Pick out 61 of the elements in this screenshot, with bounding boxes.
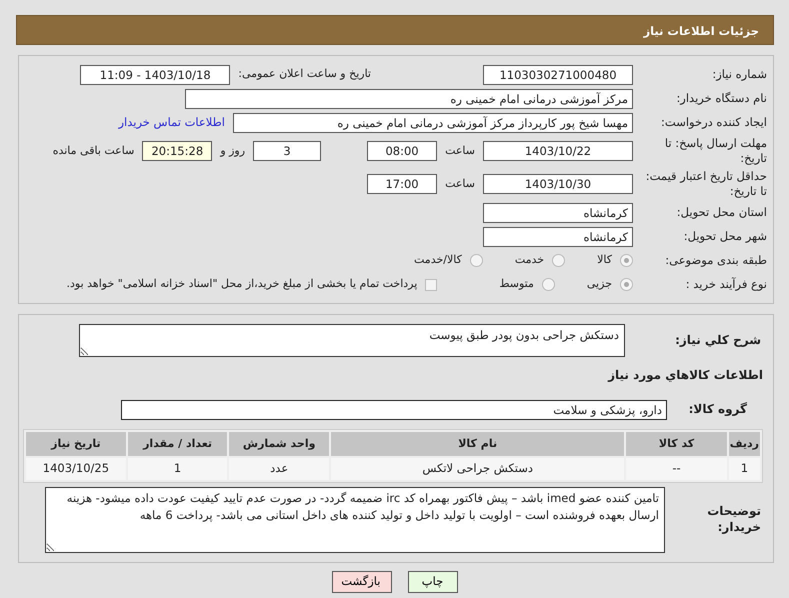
- table-cell: 1: [128, 458, 228, 480]
- field-label: شرح کلي نیاز:: [674, 332, 762, 348]
- input-field[interactable]: مرکز آموزشی درمانی امام خمینی ره: [185, 88, 633, 108]
- field-label: حداقل تاریخ اعتبار قیمت: تا تاریخ:: [644, 169, 768, 199]
- input-field[interactable]: 3: [253, 141, 322, 161]
- input-field[interactable]: 1403/10/30: [483, 174, 633, 194]
- table-cell: عدد: [229, 458, 329, 480]
- table-cell: --: [626, 458, 727, 480]
- checkbox[interactable]: [425, 278, 438, 290]
- field-label: استان محل تحویل:: [676, 205, 768, 220]
- input-field[interactable]: 1403/10/18 - 11:09: [80, 64, 230, 84]
- section-heading: اطلاعات کالاهاي مورد نیاز: [608, 366, 763, 384]
- field-label: مهلت ارسال پاسخ: تا تاریخ:: [664, 136, 768, 166]
- radio-button[interactable]: [542, 278, 555, 291]
- option-label: خدمت: [514, 252, 544, 268]
- column-header: تعداد / مقدار: [128, 432, 228, 456]
- option-label: جزیی: [586, 276, 612, 292]
- input-field[interactable]: 1103030271000480: [483, 64, 633, 84]
- field-label: شماره نیاز:: [711, 67, 768, 82]
- column-header: کد کالا: [626, 432, 727, 456]
- input-field[interactable]: دارو، پزشکی و سلامت: [121, 400, 667, 420]
- field-label: ساعت: [445, 142, 475, 159]
- field-label: نام دستگاه خریدار:: [675, 91, 768, 106]
- field-label: گروه کالا:: [688, 402, 748, 418]
- column-header: تاریخ نیاز: [26, 432, 126, 456]
- text-area[interactable]: دستکش جراحی بدون پودر طبق پیوست: [79, 324, 625, 357]
- timer-field[interactable]: 20:15:28: [142, 141, 212, 161]
- option-label: کالا/خدمت: [414, 252, 462, 268]
- input-field[interactable]: 17:00: [367, 174, 438, 194]
- input-field[interactable]: 1403/10/22: [483, 141, 633, 161]
- radio-button[interactable]: [620, 278, 633, 291]
- input-field[interactable]: 08:00: [367, 141, 438, 161]
- input-field[interactable]: کرمانشاه: [483, 202, 633, 222]
- option-label: متوسط: [499, 276, 534, 292]
- radio-button[interactable]: [470, 254, 483, 267]
- text-area[interactable]: تامین کننده عضو imed باشد – پیش فاکتور بهمراه کد irc ضمیمه گردد- در صورت عدم تایید کیفیت عودت داده میشود- هزینه ارسال بعهده فروشنده است – اولویت با تولید داخل و تولید کننده های داخل استانی می باشد- پرداخت 6 ماهه: [45, 487, 665, 553]
- field-label: ساعت باقی مانده: [52, 142, 134, 159]
- field-label: ساعت: [445, 176, 475, 192]
- back-button[interactable]: بازگشت: [332, 571, 392, 593]
- checkbox-label: پرداخت تمام یا بخشی از مبلغ خرید،از محل "اسناد خزانه اسلامی" خواهد بود.: [66, 276, 418, 292]
- field-label: تاریخ و ساعت اعلان عمومی:: [238, 66, 371, 82]
- option-label: کالا: [597, 252, 612, 268]
- radio-button[interactable]: [620, 254, 633, 267]
- print-button[interactable]: چاپ: [408, 571, 458, 593]
- page-title: جزئیات اطلاعات نیاز: [16, 15, 774, 45]
- column-header: واحد شمارش: [229, 432, 329, 456]
- field-label: ایجاد کننده درخواست:: [660, 115, 768, 130]
- input-field[interactable]: کرمانشاه: [483, 226, 633, 246]
- radio-button[interactable]: [552, 254, 566, 267]
- field-label: طبقه بندی موضوعی:: [664, 253, 768, 268]
- field-label: روز و: [220, 142, 246, 159]
- field-label: شهر محل تحویل:: [682, 229, 768, 244]
- column-header: ردیف: [728, 432, 760, 456]
- table-cell: 1403/10/25: [26, 458, 126, 480]
- table-cell: دستکش جراحی لاتکس: [331, 458, 624, 480]
- field-label: نوع فرآیند خرید :: [684, 277, 768, 292]
- contact-link[interactable]: اطلاعات تماس خریدار: [118, 114, 225, 132]
- input-field[interactable]: مهسا شیخ پور کارپرداز مرکز آموزشی درمانی امام خمینی ره: [233, 112, 633, 132]
- field-label: توضیحات خریدار:: [706, 504, 762, 536]
- column-header: نام کالا: [331, 432, 624, 456]
- table-cell: 1: [728, 458, 760, 480]
